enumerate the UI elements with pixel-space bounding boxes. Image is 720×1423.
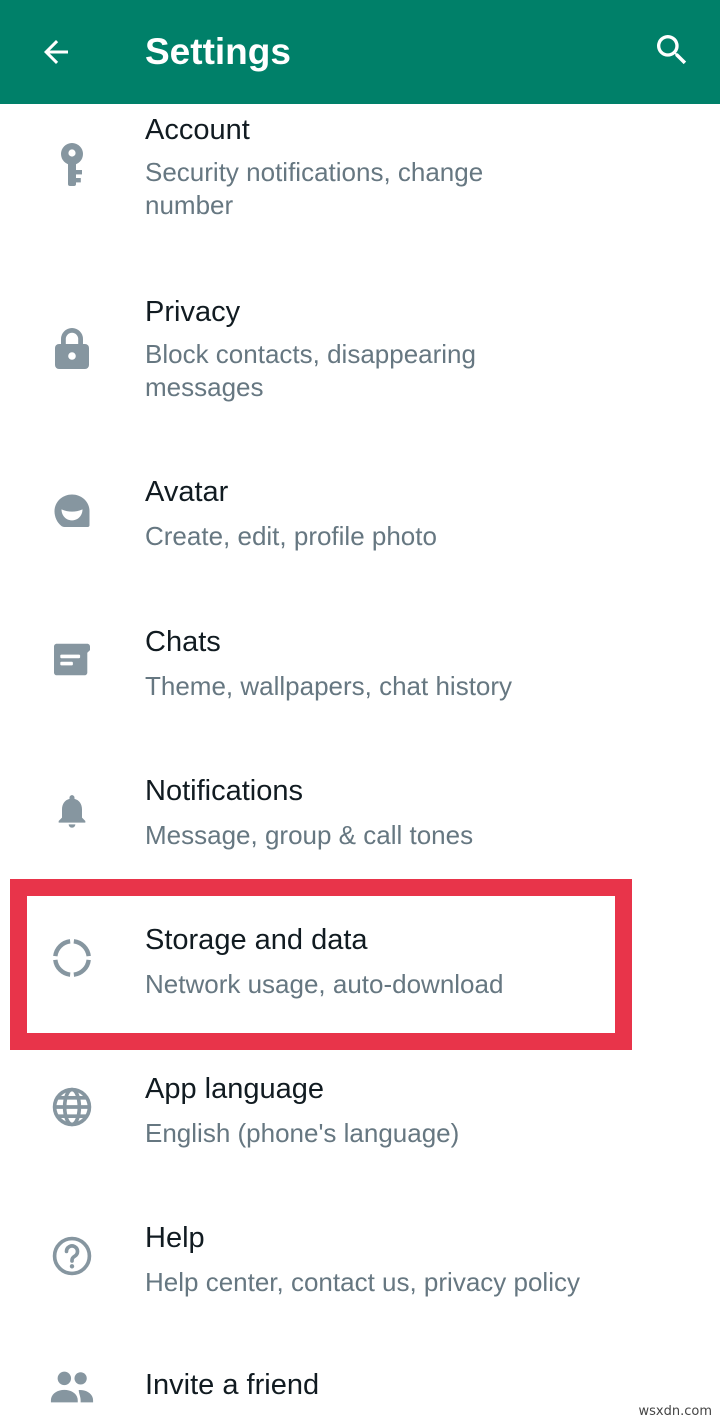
settings-item-invite-a-friend[interactable]: Invite a friend xyxy=(0,1363,720,1423)
settings-item-label: Invite a friend xyxy=(145,1369,320,1401)
settings-item-description: Message, group & call tones xyxy=(145,820,474,850)
settings-item-storage-and-data[interactable]: Storage and data Network usage, auto-dow… xyxy=(0,916,720,1046)
avatar-icon xyxy=(42,482,102,542)
settings-item-label: Chats xyxy=(145,626,221,658)
settings-item-description: Security notifications, change number xyxy=(145,157,484,220)
settings-item-description: Block contacts, disappearing messages xyxy=(145,339,476,402)
search-icon xyxy=(657,35,687,65)
lock-icon xyxy=(42,318,102,378)
settings-item-description: English (phone's language) xyxy=(145,1118,460,1148)
globe-icon xyxy=(42,1077,102,1137)
storage-icon xyxy=(42,928,102,988)
settings-item-notifications[interactable]: Notifications Message, group & call tone… xyxy=(0,767,720,915)
bell-icon xyxy=(42,781,102,841)
key-icon xyxy=(42,136,102,196)
settings-item-label: Notifications xyxy=(145,775,303,807)
settings-item-app-language[interactable]: App language English (phone's language) xyxy=(0,1065,720,1213)
chat-icon xyxy=(42,630,102,690)
settings-item-avatar[interactable]: Avatar Create, edit, profile photo xyxy=(0,468,720,616)
settings-item-label: Avatar xyxy=(145,476,229,508)
settings-item-account[interactable]: Account Security notifications, change n… xyxy=(0,104,720,284)
settings-item-label: Help xyxy=(145,1222,205,1254)
app-bar: Settings xyxy=(0,0,720,104)
settings-item-chats[interactable]: Chats Theme, wallpapers, chat history xyxy=(0,618,720,766)
watermark: wsxdn.com xyxy=(638,1404,713,1419)
search-button[interactable] xyxy=(644,22,700,78)
help-icon xyxy=(42,1226,102,1286)
back-button[interactable] xyxy=(30,26,82,78)
settings-item-description: Create, edit, profile photo xyxy=(145,521,437,551)
settings-item-label: Account xyxy=(145,114,250,146)
settings-item-label: Privacy xyxy=(145,296,241,328)
settings-item-description: Network usage, auto-download xyxy=(145,969,504,999)
settings-item-description: Theme, wallpapers, chat history xyxy=(145,671,513,701)
settings-item-label: Storage and data xyxy=(145,924,368,956)
people-icon xyxy=(42,1357,102,1417)
settings-item-description: Help center, contact us, privacy policy xyxy=(145,1267,580,1297)
settings-item-label: App language xyxy=(145,1073,324,1105)
settings-item-privacy[interactable]: Privacy Block contacts, disappearing mes… xyxy=(0,286,720,466)
settings-item-help[interactable]: Help Help center, contact us, privacy po… xyxy=(0,1214,720,1362)
page-title: Settings xyxy=(145,31,291,72)
arrow-left-icon xyxy=(44,40,68,64)
